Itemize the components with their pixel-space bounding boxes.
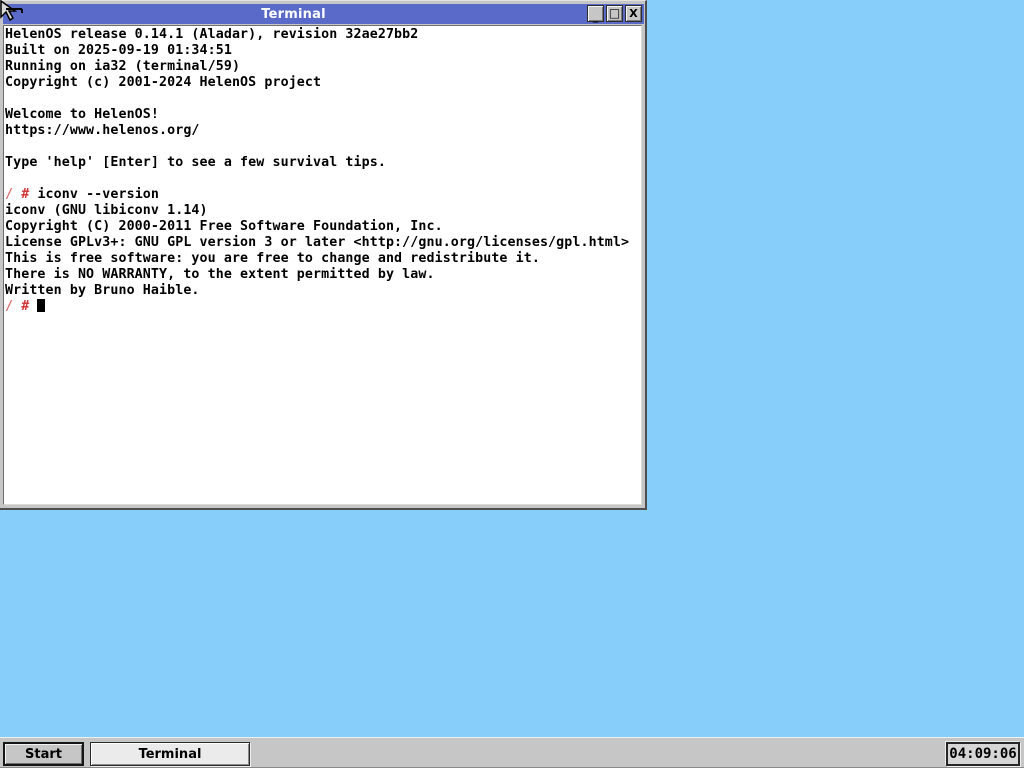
terminal-line: / # iconv --version <box>5 187 641 203</box>
terminal-line: Welcome to HelenOS! <box>5 107 160 122</box>
window-title: Terminal <box>261 6 326 22</box>
terminal-cursor <box>37 299 46 312</box>
terminal-line: License GPLv3+: GNU GPL version 3 or lat… <box>5 235 630 250</box>
terminal-line: There is NO WARRANTY, to the extent perm… <box>5 267 435 282</box>
prompt-path: / <box>5 299 14 314</box>
terminal-line: Running on ia32 (terminal/59) <box>5 59 241 74</box>
start-button[interactable]: Start <box>3 742 84 766</box>
terminal-window: Terminal _ □ X HelenOS release 0.14.1 (A… <box>0 0 647 510</box>
terminal-line: iconv (GNU libiconv 1.14) <box>5 203 208 218</box>
terminal-line: HelenOS release 0.14.1 (Aladar), revisio… <box>5 27 419 42</box>
terminal-output-area[interactable]: HelenOS release 0.14.1 (Aladar), revisio… <box>3 25 642 505</box>
close-icon: X <box>629 7 638 20</box>
terminal-line: https://www.helenos.org/ <box>5 123 200 138</box>
prompt-symbol: # <box>13 187 38 202</box>
maximize-button[interactable]: □ <box>606 5 623 22</box>
terminal-line: / # <box>5 299 641 315</box>
prompt-symbol: # <box>13 299 38 314</box>
minimize-button[interactable]: _ <box>587 5 604 23</box>
terminal-line: Written by Bruno Haible. <box>5 283 200 298</box>
taskbar-window-button[interactable]: Terminal <box>90 742 250 766</box>
prompt-path: / <box>5 187 14 202</box>
taskbar-clock: 04:09:06 <box>946 742 1020 766</box>
window-titlebar[interactable]: Terminal _ □ X <box>3 4 644 24</box>
taskbar: Start Terminal 04:09:06 <box>0 737 1024 768</box>
minimize-icon: _ <box>592 10 599 23</box>
window-controls: _ □ X <box>587 5 642 23</box>
maximize-icon: □ <box>608 5 621 20</box>
terminal-line: Built on 2025-09-19 01:34:51 <box>5 43 232 58</box>
close-button[interactable]: X <box>625 5 642 22</box>
terminal-line: Copyright (c) 2001-2024 HelenOS project <box>5 75 322 90</box>
terminal-line: This is free software: you are free to c… <box>5 251 540 266</box>
terminal-line: Copyright (C) 2000-2011 Free Software Fo… <box>5 219 443 234</box>
terminal-line: Type 'help' [Enter] to see a few surviva… <box>5 155 386 170</box>
desktop: { "window": { "title": "Terminal", "cont… <box>0 0 1024 768</box>
command-text: iconv --version <box>37 187 160 202</box>
